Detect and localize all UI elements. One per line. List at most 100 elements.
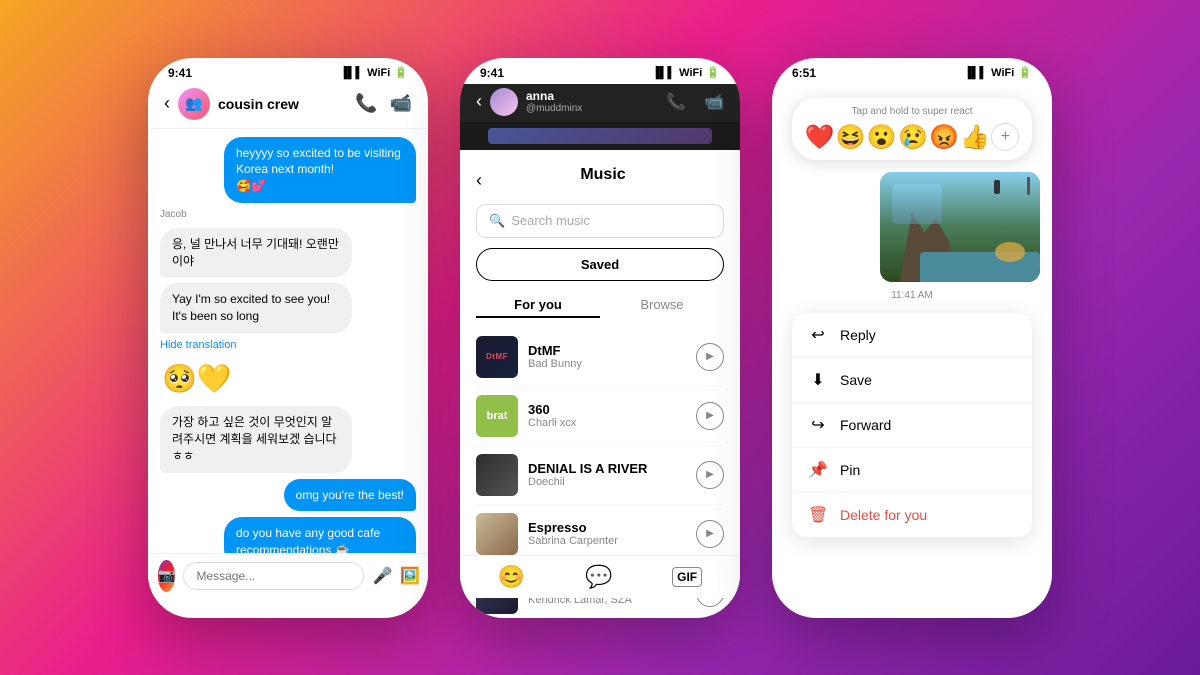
shared-image-bubble <box>880 172 1040 282</box>
status-icons-3: ▐▌▌ WiFi 🔋 <box>964 66 1032 79</box>
emoji-reaction-row: ❤️ 😆 😮 😢 😡 👍 + <box>804 123 1020 152</box>
message-timestamp: 11:41 AM <box>784 290 1040 301</box>
image-icon[interactable]: 🖼️ <box>400 566 420 586</box>
hide-translation-link[interactable]: Hide translation <box>160 339 416 351</box>
phone-chat: 9:41 ▐▌▌ WiFi 🔋 ‹ 👥 cousin crew 📞 📹 heyy… <box>148 58 428 618</box>
message-input[interactable] <box>183 562 364 590</box>
more-reactions-button[interactable]: + <box>991 123 1019 151</box>
phone-icon[interactable]: 📞 <box>355 93 377 114</box>
delete-icon: 🗑 <box>808 505 828 525</box>
mini-chat-header: ‹ anna @muddminx 📞 📹 <box>460 84 740 122</box>
message-bubble-in-1: 응, 널 만나서 너무 기대돼! 오랜만이야 <box>160 228 352 278</box>
signal-icon: ▐▌▌ <box>340 67 363 79</box>
face-icon[interactable]: 😊 <box>498 564 525 590</box>
play-button-espresso[interactable]: ▶ <box>696 520 724 548</box>
song-title-espresso: Espresso <box>528 520 686 535</box>
group-name: cousin crew <box>218 96 347 112</box>
back-button[interactable]: ‹ <box>164 93 170 114</box>
sky-detail <box>892 184 942 224</box>
mini-back-btn[interactable]: ‹ <box>476 91 482 112</box>
chat3-body: Tap and hold to super react ❤️ 😆 😮 😢 😡 👍… <box>772 84 1052 549</box>
react-laugh[interactable]: 😆 <box>836 123 866 152</box>
message-bubble-out: heyyyy so excited to be visiting Korea n… <box>224 137 416 203</box>
status-icons-2: ▐▌▌ WiFi 🔋 <box>652 66 720 79</box>
cliff-image <box>880 172 1040 282</box>
time-2: 9:41 <box>480 66 504 80</box>
forward-icon: ↪ <box>808 415 828 435</box>
play-button-360[interactable]: ▶ <box>696 402 724 430</box>
song-title-denial: DENIAL IS A RIVER <box>528 461 686 476</box>
song-info-dtmf: DtMF Bad Bunny <box>528 343 686 370</box>
song-title-dtmf: DtMF <box>528 343 686 358</box>
mini-phone-icon[interactable]: 📞 <box>666 92 686 112</box>
time-3: 6:51 <box>792 66 816 80</box>
status-bar-2: 9:41 ▐▌▌ WiFi 🔋 <box>460 58 740 84</box>
play-button-dtmf[interactable]: ▶ <box>696 343 724 371</box>
signal-icon-2: ▐▌▌ <box>652 67 675 79</box>
song-title-360: 360 <box>528 402 686 417</box>
tab-for-you[interactable]: For you <box>476 293 600 318</box>
wifi-icon-2: WiFi <box>679 67 702 79</box>
play-button-denial[interactable]: ▶ <box>696 461 724 489</box>
forward-action[interactable]: ↪ Forward <box>792 403 1032 448</box>
song-item-denial[interactable]: DENIAL IS A RIVER Doechii ▶ <box>476 446 724 505</box>
status-icons-1: ▐▌▌ WiFi 🔋 <box>340 66 408 79</box>
music-bottom-nav: 😊 💬 GIF <box>460 555 740 598</box>
message-bubble-in-2: Yay I'm so excited to see you! It's been… <box>160 283 352 333</box>
song-artist-denial: Doechii <box>528 476 686 488</box>
mini-avatar <box>490 88 518 116</box>
music-panel: ‹ Music 🔍 Search music Saved For you Bro… <box>460 150 740 618</box>
saved-button[interactable]: Saved <box>476 248 724 281</box>
mini-chat-handle: @muddminx <box>526 103 582 114</box>
song-thumb-dtmf: DtMF <box>476 336 518 378</box>
forward-label: Forward <box>840 417 891 433</box>
chat-action-icons: 📞 📹 <box>355 93 412 114</box>
react-thumbs[interactable]: 👍 <box>960 123 990 152</box>
song-thumb-360: brat <box>476 395 518 437</box>
person-decoration <box>994 180 1000 194</box>
tab-browse[interactable]: Browse <box>600 293 724 318</box>
song-item-360[interactable]: brat 360 Charli xcx ▶ <box>476 387 724 446</box>
battery-icon-3: 🔋 <box>1018 66 1032 79</box>
camera-button[interactable]: 📷 <box>158 560 175 592</box>
figure-detail <box>1027 177 1030 195</box>
mini-video-icon[interactable]: 📹 <box>704 92 724 112</box>
song-artist-360: Charli xcx <box>528 417 686 429</box>
group-avatar: 👥 <box>178 88 210 120</box>
search-music-bar[interactable]: 🔍 Search music <box>476 204 724 238</box>
wifi-icon-3: WiFi <box>991 67 1014 79</box>
search-icon: 🔍 <box>489 213 505 229</box>
mini-chat-name: anna <box>526 89 582 103</box>
react-wow[interactable]: 😮 <box>867 123 897 152</box>
pin-action[interactable]: 📌 Pin <box>792 448 1032 493</box>
react-angry[interactable]: 😡 <box>929 123 959 152</box>
delete-label: Delete for you <box>840 507 927 523</box>
search-placeholder: Search music <box>511 213 590 228</box>
song-info-espresso: Espresso Sabrina Carpenter <box>528 520 686 547</box>
react-sad[interactable]: 😢 <box>898 123 928 152</box>
delete-action[interactable]: 🗑 Delete for you <box>792 493 1032 537</box>
react-heart[interactable]: ❤️ <box>805 123 835 152</box>
status-bar-3: 6:51 ▐▌▌ WiFi 🔋 <box>772 58 1052 84</box>
mic-icon[interactable]: 🎤 <box>372 566 392 586</box>
message-bubble-out-2: omg you're the best! <box>284 479 416 512</box>
emoji-bubble: 🥺💛 <box>160 357 352 400</box>
gif-button[interactable]: GIF <box>672 567 702 587</box>
battery-icon: 🔋 <box>394 66 408 79</box>
reply-action[interactable]: ↩ Reply <box>792 313 1032 358</box>
input-action-buttons: 🎤 🖼️ 😊 ➕ <box>372 566 428 586</box>
chat-header: ‹ 👥 cousin crew 📞 📹 <box>148 84 428 129</box>
song-item-dtmf[interactable]: DtMF DtMF Bad Bunny ▶ <box>476 328 724 387</box>
music-tabs: For you Browse <box>476 293 724 318</box>
video-icon[interactable]: 📹 <box>390 93 412 114</box>
reply-icon: ↩ <box>808 325 828 345</box>
chat-messages: heyyyy so excited to be visiting Korea n… <box>148 129 428 579</box>
sticker-nav-icon[interactable]: 💬 <box>585 564 612 590</box>
song-thumb-denial <box>476 454 518 496</box>
song-info-denial: DENIAL IS A RIVER Doechii <box>528 461 686 488</box>
save-action[interactable]: ⬇ Save <box>792 358 1032 403</box>
wifi-icon: WiFi <box>367 67 390 79</box>
music-title: Music <box>482 166 724 184</box>
signal-icon-3: ▐▌▌ <box>964 67 987 79</box>
song-artist-espresso: Sabrina Carpenter <box>528 535 686 547</box>
